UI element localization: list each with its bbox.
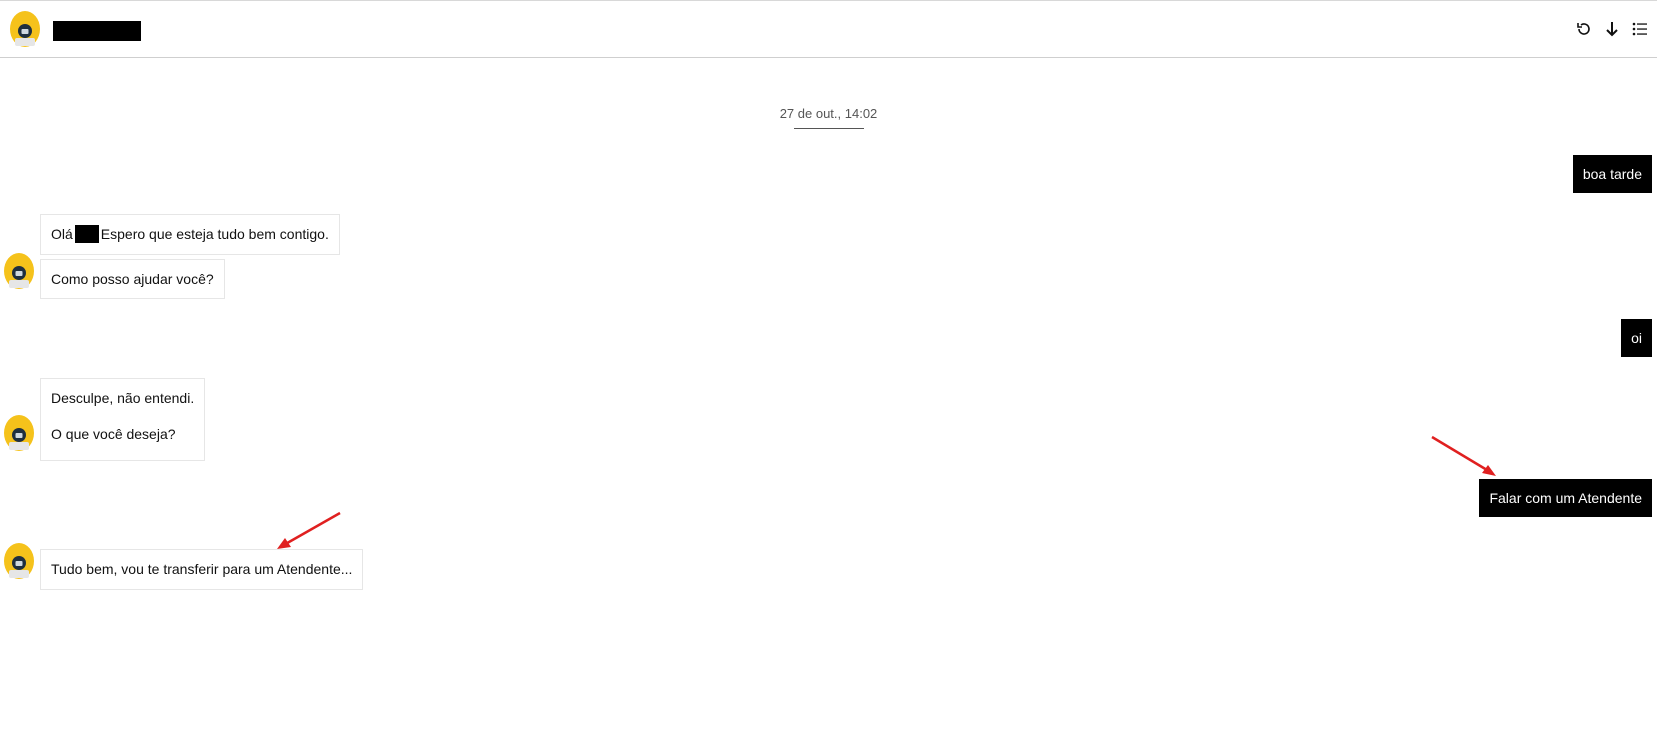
bot-avatar-icon [3,252,35,290]
date-separator: 27 de out., 14:02 [779,106,878,121]
refresh-icon[interactable] [1575,19,1593,39]
bot-line-what-do-you-want: O que você deseja? [51,426,176,442]
user-name-redacted [74,225,99,243]
date-underline [794,128,864,129]
bot-message-greeting: Olá Espero que esteja tudo bem contigo. [40,214,340,255]
user-message-talk-to-agent: Falar com um Atendente [1479,479,1652,517]
list-icon[interactable] [1631,19,1649,39]
user-message-oi: oi [1621,319,1652,357]
header-toolbar [1575,19,1649,39]
bot-avatar-icon [3,414,35,452]
greeting-prefix: Olá [51,226,73,242]
bot-message-how-can-i-help: Como posso ajudar você? [40,259,225,299]
user-message-boa-tarde: boa tarde [1572,155,1652,193]
contact-name-redacted [53,21,141,41]
bot-message-did-not-understand: Desculpe, não entendi. O que você deseja… [40,378,206,461]
annotation-arrow-to-transfer-message [277,511,341,549]
bot-avatar-icon [9,10,41,48]
greeting-suffix: Espero que esteja tudo bem contigo. [100,226,329,242]
download-icon[interactable] [1603,19,1621,39]
bot-message-transferring: Tudo bem, vou te transferir para um Aten… [40,549,364,590]
bot-avatar-icon [3,542,35,580]
annotation-arrow-to-agent-request [1431,435,1496,476]
chat-header [0,0,1657,58]
chat-page: 27 de out., 14:02 boa tarde Olá Espero qu… [0,0,1657,738]
bot-line-sorry: Desculpe, não entendi. [51,390,195,406]
